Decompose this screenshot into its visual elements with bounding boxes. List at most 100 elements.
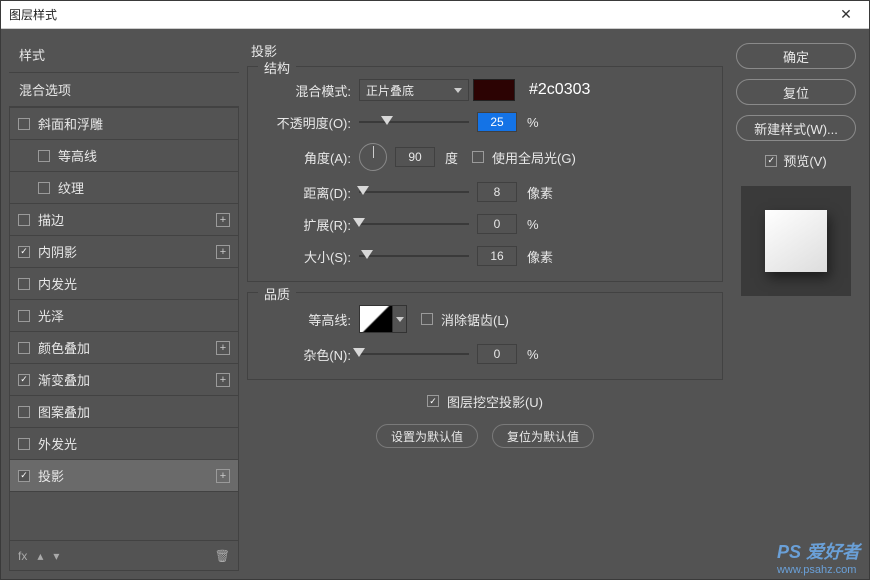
size-field[interactable]: 16 <box>477 246 517 266</box>
angle-field[interactable]: 90 <box>395 147 435 167</box>
style-checkbox[interactable] <box>38 150 50 162</box>
blendmode-label: 混合模式: <box>264 81 359 100</box>
noise-unit: % <box>527 347 539 362</box>
style-checkbox[interactable] <box>18 470 30 482</box>
sidebar-blend-options[interactable]: 混合选项 <box>9 73 239 107</box>
distance-field[interactable]: 8 <box>477 182 517 202</box>
contour-picker[interactable] <box>359 305 393 333</box>
shadow-color-swatch[interactable] <box>473 79 515 101</box>
style-item-0[interactable]: 斜面和浮雕 <box>10 108 238 140</box>
preview-checkbox[interactable]: 预览(V) <box>765 151 826 170</box>
quality-legend: 品质 <box>258 284 296 303</box>
size-slider[interactable] <box>359 248 469 264</box>
style-checkbox[interactable] <box>18 438 30 450</box>
ok-button[interactable]: 确定 <box>736 43 856 69</box>
structure-group: 结构 混合模式: 正片叠底 #2c0303 不透明度(O): 25 % 角度(A… <box>247 66 723 282</box>
style-item-9[interactable]: 图案叠加 <box>10 396 238 428</box>
spread-unit: % <box>527 217 539 232</box>
window-title: 图层样式 <box>9 6 57 23</box>
spread-label: 扩展(R): <box>264 215 359 234</box>
reset-button[interactable]: 复位 <box>736 79 856 105</box>
style-label: 内阴影 <box>38 242 77 261</box>
style-item-4[interactable]: 内阴影 + <box>10 236 238 268</box>
style-label: 斜面和浮雕 <box>38 114 103 133</box>
noise-slider[interactable] <box>359 346 469 362</box>
knockout-checkbox[interactable]: 图层挖空投影(U) <box>427 392 543 411</box>
distance-slider[interactable] <box>359 184 469 200</box>
size-label: 大小(S): <box>264 247 359 266</box>
add-effect-icon[interactable]: + <box>216 213 230 227</box>
spread-slider[interactable] <box>359 216 469 232</box>
antialias-checkbox[interactable]: 消除锯齿(L) <box>421 310 509 329</box>
style-item-10[interactable]: 外发光 <box>10 428 238 460</box>
main-panel: 投影 结构 混合模式: 正片叠底 #2c0303 不透明度(O): 25 % 角… <box>247 37 723 571</box>
color-hex: #2c0303 <box>529 81 590 99</box>
style-checkbox[interactable] <box>18 406 30 418</box>
style-label: 图案叠加 <box>38 402 90 421</box>
style-item-6[interactable]: 光泽 <box>10 300 238 332</box>
distance-unit: 像素 <box>527 183 553 202</box>
style-label: 光泽 <box>38 306 64 325</box>
style-checkbox[interactable] <box>18 310 30 322</box>
noise-field[interactable]: 0 <box>477 344 517 364</box>
add-effect-icon[interactable]: + <box>216 373 230 387</box>
style-checkbox[interactable] <box>18 214 30 226</box>
watermark: PS 爱好者 www.psahz.com <box>777 538 860 576</box>
style-item-11[interactable]: 投影 + <box>10 460 238 492</box>
style-list: 斜面和浮雕等高线纹理描边 + 内阴影 + 内发光光泽颜色叠加+ 渐变叠加 + 图案叠加外发光投… <box>9 107 239 541</box>
sidebar: 样式 混合选项 斜面和浮雕等高线纹理描边 + 内阴影 + 内发光光泽颜色叠加+ 渐变叠加 +… <box>9 37 239 571</box>
add-effect-icon[interactable]: + <box>216 469 230 483</box>
noise-label: 杂色(N): <box>264 345 359 364</box>
style-item-5[interactable]: 内发光 <box>10 268 238 300</box>
effect-title: 投影 <box>247 37 723 66</box>
style-label: 内发光 <box>38 274 77 293</box>
right-column: 确定 复位 新建样式(W)... 预览(V) <box>731 37 861 571</box>
style-label: 外发光 <box>38 434 77 453</box>
style-checkbox[interactable] <box>18 246 30 258</box>
reset-default-button[interactable]: 复位为默认值 <box>492 424 594 448</box>
add-effect-icon[interactable]: + <box>216 245 230 259</box>
style-label: 投影 <box>38 466 64 485</box>
dialog-body: 样式 混合选项 斜面和浮雕等高线纹理描边 + 内阴影 + 内发光光泽颜色叠加+ 渐变叠加 +… <box>1 29 869 579</box>
new-style-button[interactable]: 新建样式(W)... <box>736 115 856 141</box>
close-button[interactable]: ✕ <box>831 5 861 25</box>
style-label: 渐变叠加 <box>38 370 90 389</box>
style-checkbox[interactable] <box>18 342 30 354</box>
style-label: 描边 <box>38 210 64 229</box>
contour-label: 等高线: <box>264 310 359 329</box>
distance-label: 距离(D): <box>264 183 359 202</box>
style-checkbox[interactable] <box>18 374 30 386</box>
spread-field[interactable]: 0 <box>477 214 517 234</box>
opacity-label: 不透明度(O): <box>264 113 359 132</box>
style-item-8[interactable]: 渐变叠加 + <box>10 364 238 396</box>
style-checkbox[interactable] <box>18 118 30 130</box>
quality-group: 品质 等高线: 消除锯齿(L) 杂色(N): 0 % <box>247 292 723 380</box>
contour-dropdown[interactable] <box>393 305 407 333</box>
blendmode-select[interactable]: 正片叠底 <box>359 79 469 101</box>
style-checkbox[interactable] <box>38 182 50 194</box>
angle-label: 角度(A): <box>264 148 359 167</box>
sidebar-header-styles[interactable]: 样式 <box>9 37 239 73</box>
fx-menu[interactable]: fx <box>18 549 27 563</box>
style-item-7[interactable]: 颜色叠加+ <box>10 332 238 364</box>
opacity-field[interactable]: 25 <box>477 112 517 132</box>
move-up-icon[interactable]: ▴ <box>37 549 43 563</box>
style-checkbox[interactable] <box>18 278 30 290</box>
global-light-checkbox[interactable]: 使用全局光(G) <box>472 148 576 167</box>
titlebar: 图层样式 ✕ <box>1 1 869 29</box>
style-item-3[interactable]: 描边 + <box>10 204 238 236</box>
style-label: 纹理 <box>58 178 84 197</box>
structure-legend: 结构 <box>258 58 296 77</box>
preview-thumbnail <box>741 186 851 296</box>
sidebar-footer: fx ▴ ▾ 🗑 <box>9 541 239 571</box>
set-default-button[interactable]: 设置为默认值 <box>376 424 478 448</box>
move-down-icon[interactable]: ▾ <box>53 549 59 563</box>
opacity-slider[interactable] <box>359 114 469 130</box>
angle-dial[interactable] <box>359 143 387 171</box>
style-label: 等高线 <box>58 146 97 165</box>
trash-icon[interactable]: 🗑 <box>215 549 230 563</box>
style-item-2[interactable]: 纹理 <box>10 172 238 204</box>
style-item-1[interactable]: 等高线 <box>10 140 238 172</box>
angle-unit: 度 <box>445 148 458 167</box>
add-effect-icon[interactable]: + <box>216 341 230 355</box>
